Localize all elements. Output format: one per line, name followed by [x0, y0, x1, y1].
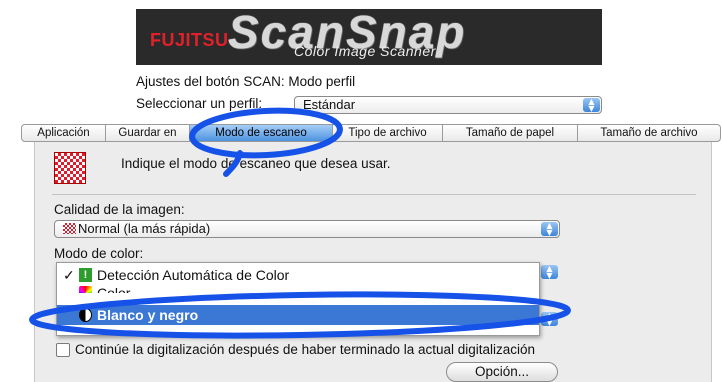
tab-tamano-de-archivo[interactable]: Tamaño de archivo [578, 125, 720, 141]
scansnap-banner: FUJITSU ScanSnap Color Image Scanner [136, 9, 602, 65]
menu-item-label: Blanco y negro [97, 307, 199, 323]
menu-item-label: Detección Automática de Color [97, 267, 290, 283]
quality-select[interactable]: Normal (la más rápida) ▲ ▼ [54, 220, 560, 238]
menu-item-auto-color[interactable]: ✓ ! Detección Automática de Color [57, 266, 539, 284]
quality-select-value: Normal (la más rápida) [78, 221, 211, 236]
color-mode-menu: ✓ ! Detección Automática de Color Color … [56, 262, 540, 336]
chevron-updown-icon: ▲ ▼ [541, 265, 558, 280]
banner-subtitle: Color Image Scanner [294, 43, 436, 59]
continue-scanning-checkbox[interactable] [56, 343, 70, 357]
continue-scanning-label: Continúe la digitalización después de ha… [75, 342, 536, 357]
profile-select-value: Estándar [303, 97, 356, 112]
quality-label: Calidad de la imagen: [54, 202, 185, 217]
menu-item-label: Color [97, 285, 131, 293]
tab-guardar-en[interactable]: Guardar en [106, 125, 190, 141]
profile-label: Seleccionar un perfil: [136, 96, 263, 111]
auto-color-icon: ! [79, 268, 92, 282]
quality-swatch-icon [63, 223, 76, 234]
tab-tamano-de-papel[interactable]: Tamaño de papel [443, 125, 578, 141]
tab-aplicacion[interactable]: Aplicación [22, 125, 106, 141]
scan-mode-icon [54, 152, 86, 184]
menu-item-black-white[interactable]: Blanco y negro [57, 305, 539, 325]
chevron-updown-icon: ▲ ▼ [541, 312, 558, 327]
scan-settings-title: Ajustes del botón SCAN: Modo perfil [136, 74, 356, 89]
chevron-updown-icon: ▲ ▼ [583, 98, 600, 113]
chevron-updown-icon: ▲ ▼ [541, 222, 558, 237]
profile-select[interactable]: Estándar ▲ ▼ [294, 96, 602, 114]
fujitsu-logo: FUJITSU [150, 30, 229, 50]
color-mode-label: Modo de color: [54, 246, 144, 261]
menu-item-color[interactable]: Color [57, 284, 539, 293]
black-white-icon [79, 308, 92, 322]
checkmark-icon: ✓ [63, 267, 75, 283]
divider [52, 194, 696, 195]
panel-instruction: Indique el modo de escaneo que desea usa… [121, 156, 391, 171]
color-wheel-icon [79, 286, 92, 293]
tab-tipo-de-archivo[interactable]: Tipo de archivo [333, 125, 443, 141]
tab-modo-de-escaneo[interactable]: Modo de escaneo [190, 125, 333, 141]
settings-tabs: Aplicación Guardar en Modo de escaneo Ti… [21, 124, 721, 142]
option-button[interactable]: Opción... [446, 362, 558, 382]
